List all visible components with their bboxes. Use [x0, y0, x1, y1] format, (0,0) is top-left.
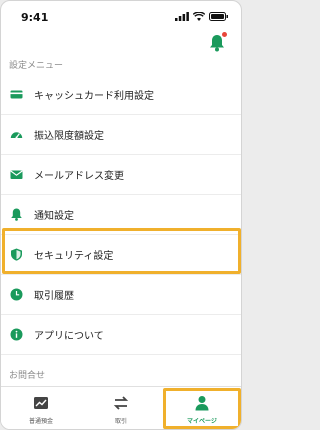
- tab-label: 取引: [114, 418, 127, 425]
- bottom-tab-bar: 普通預金 取引 マイページ: [1, 386, 241, 429]
- mail-icon: [10, 170, 23, 179]
- menu-item-label: キャッシュカード利用設定: [34, 91, 154, 102]
- info-icon: [10, 328, 23, 341]
- menu-item-notification-settings[interactable]: 通知設定: [1, 195, 241, 235]
- menu-item-email-change[interactable]: メールアドレス変更: [1, 155, 241, 195]
- person-icon: [195, 396, 209, 411]
- gauge-icon: [10, 132, 23, 139]
- menu-item-label: 振込限度額設定: [34, 131, 104, 142]
- tab-my-page[interactable]: マイページ: [162, 387, 241, 429]
- menu-item-transaction-history[interactable]: 取引履歴: [1, 275, 241, 315]
- section-header-contact: お問合せ: [9, 371, 46, 381]
- clock-icon: [10, 288, 23, 301]
- bell-icon: [11, 208, 22, 221]
- chart-icon: [34, 397, 48, 409]
- tab-label: マイページ: [187, 418, 217, 425]
- battery-icon: [209, 12, 228, 21]
- settings-menu: キャッシュカード利用設定 振込限度額設定 メールアドレス変更 通知設定 セキュリ…: [1, 75, 241, 355]
- menu-item-about-app[interactable]: アプリについて: [1, 315, 241, 355]
- card-icon: [10, 90, 23, 99]
- menu-item-label: 通知設定: [34, 211, 74, 222]
- notification-bell-button[interactable]: [209, 32, 227, 52]
- tab-label: 普通預金: [28, 418, 53, 425]
- tab-savings[interactable]: 普通預金: [1, 387, 81, 429]
- status-bar: 9:41: [1, 1, 241, 29]
- wifi-icon: [193, 12, 205, 21]
- shield-icon: [11, 248, 22, 261]
- menu-item-security-settings[interactable]: セキュリティ設定: [1, 235, 241, 275]
- status-icons: [175, 12, 229, 21]
- notification-badge: [222, 32, 227, 37]
- tab-transactions[interactable]: 取引: [81, 387, 161, 429]
- menu-item-label: セキュリティ設定: [34, 251, 114, 262]
- menu-item-label: メールアドレス変更: [34, 171, 124, 182]
- status-time: 9:41: [21, 11, 49, 24]
- menu-item-transfer-limit[interactable]: 振込限度額設定: [1, 115, 241, 155]
- menu-item-cash-card[interactable]: キャッシュカード利用設定: [1, 75, 241, 115]
- menu-item-label: アプリについて: [34, 331, 104, 342]
- transfer-icon: [113, 396, 129, 410]
- signal-icon: [175, 12, 189, 21]
- section-header-settings: 設定メニュー: [9, 61, 64, 71]
- phone-screen: 9:41 設定メニュー キャッシュカード利用設定 振込限度額設定 メールアドレス…: [0, 0, 242, 430]
- menu-item-label: 取引履歴: [34, 291, 74, 302]
